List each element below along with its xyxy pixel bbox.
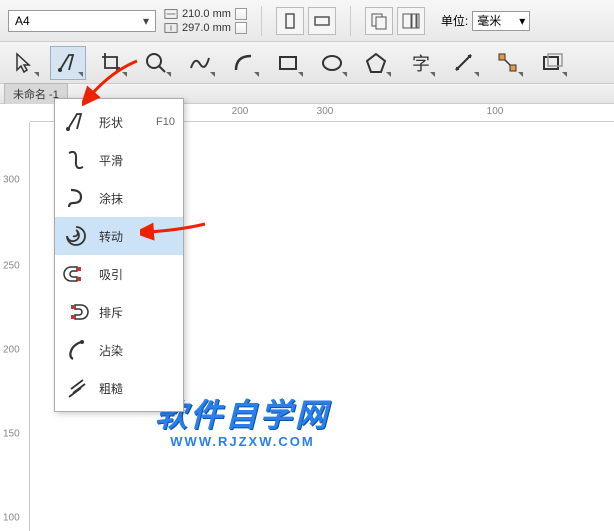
arrow-annotation-2 xyxy=(140,218,210,242)
twirl-icon xyxy=(63,223,89,249)
dimension-tool[interactable] xyxy=(446,46,482,80)
smudge-icon xyxy=(63,185,89,211)
flyout-label: 平滑 xyxy=(99,152,123,169)
zoom-tool[interactable] xyxy=(138,46,174,80)
repel-icon xyxy=(63,299,89,325)
page-width: 210.0 mm xyxy=(182,8,231,20)
dropdown-icon xyxy=(386,72,391,77)
portrait-button[interactable] xyxy=(276,7,304,35)
flyout-label: 吸引 xyxy=(99,266,123,283)
units-select[interactable]: 毫米 ▾ xyxy=(472,11,530,31)
freehand-tool[interactable] xyxy=(182,46,218,80)
width-spinner[interactable] xyxy=(235,8,247,20)
flyout-label: 排斥 xyxy=(99,304,123,321)
flyout-smear-tool[interactable]: 沾染 xyxy=(55,331,183,369)
smear-icon xyxy=(63,337,89,363)
landscape-button[interactable] xyxy=(308,7,336,35)
shape-tool[interactable] xyxy=(50,46,86,80)
page-dimensions: 210.0 mm 297.0 mm xyxy=(164,8,247,34)
connector-tool[interactable] xyxy=(490,46,526,80)
multi-page2-button[interactable] xyxy=(397,7,425,35)
text-tool[interactable]: 字 xyxy=(402,46,438,80)
dropdown-icon xyxy=(254,72,259,77)
flyout-label: 涂抹 xyxy=(99,190,123,207)
dropdown-icon xyxy=(474,72,479,77)
flyout-smudge-tool[interactable]: 涂抹 xyxy=(55,179,183,217)
flyout-label: 转动 xyxy=(99,228,123,245)
chevron-down-icon: ▾ xyxy=(143,14,149,28)
units-label: 单位: xyxy=(441,12,468,29)
dropdown-icon xyxy=(562,72,567,77)
dropdown-icon xyxy=(34,72,39,77)
page-size-value: A4 xyxy=(15,14,30,28)
flyout-roughen-tool[interactable]: 粗糙 xyxy=(55,369,183,407)
curve-tool[interactable] xyxy=(226,46,262,80)
shape-icon xyxy=(63,109,89,135)
multi-page1-button[interactable] xyxy=(365,7,393,35)
flyout-shortcut: F10 xyxy=(156,116,175,128)
flyout-label: 粗糙 xyxy=(99,380,123,397)
flyout-label: 形状 xyxy=(99,114,123,131)
dropdown-icon xyxy=(430,72,435,77)
ellipse-tool[interactable] xyxy=(314,46,350,80)
rectangle-tool[interactable] xyxy=(270,46,306,80)
doc-name-label: 未命名 -1 xyxy=(13,89,59,101)
flyout-shape-tool[interactable]: 形状 F10 xyxy=(55,103,183,141)
flyout-attract-tool[interactable]: 吸引 xyxy=(55,255,183,293)
roughen-icon xyxy=(63,375,89,401)
effect-tool[interactable] xyxy=(534,46,570,80)
smooth-icon xyxy=(63,147,89,173)
flyout-repel-tool[interactable]: 排斥 xyxy=(55,293,183,331)
page-height: 297.0 mm xyxy=(182,22,231,34)
height-icon xyxy=(164,22,178,34)
height-spinner[interactable] xyxy=(235,22,247,34)
flyout-label: 沾染 xyxy=(99,342,123,359)
dropdown-icon xyxy=(298,72,303,77)
dropdown-icon xyxy=(166,72,171,77)
watermark-url: WWW.RJZXW.COM xyxy=(155,434,330,449)
arrow-annotation-1 xyxy=(82,56,142,106)
dropdown-icon xyxy=(518,72,523,77)
tool-flyout: 形状 F10 平滑 涂抹 转动 吸引 排斥 沾染 xyxy=(54,98,184,412)
attract-icon xyxy=(63,261,89,287)
pick-tool[interactable] xyxy=(6,46,42,80)
dropdown-icon xyxy=(342,72,347,77)
polygon-tool[interactable] xyxy=(358,46,394,80)
page-size-select[interactable]: A4 ▾ xyxy=(8,10,156,32)
width-icon xyxy=(164,8,178,20)
ruler-vertical: 300 250 200 150 100 xyxy=(0,122,30,531)
chevron-down-icon: ▾ xyxy=(519,14,525,28)
svg-text:字: 字 xyxy=(412,54,430,74)
flyout-smooth-tool[interactable]: 平滑 xyxy=(55,141,183,179)
units-value: 毫米 xyxy=(477,12,501,29)
dropdown-icon xyxy=(210,72,215,77)
